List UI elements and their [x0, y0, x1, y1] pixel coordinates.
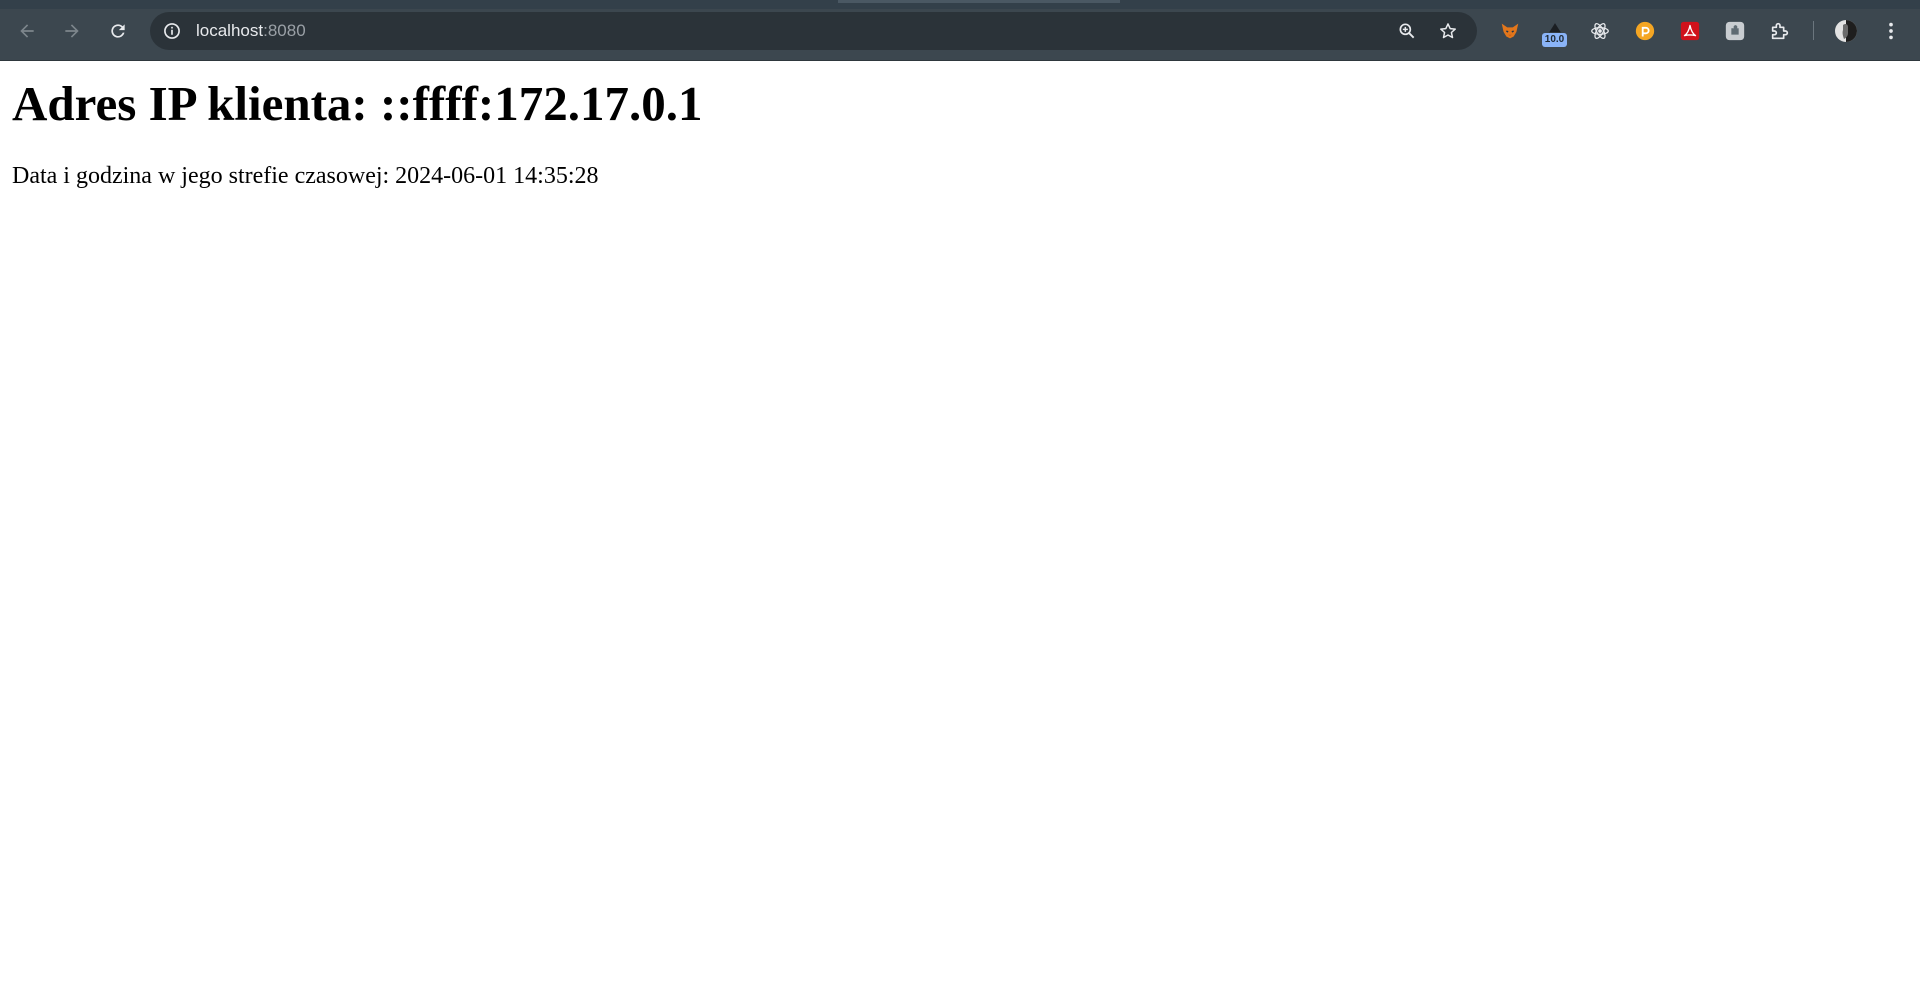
toolbar-separator: [1813, 21, 1814, 40]
zoom-in-icon: [1399, 23, 1415, 39]
browser-menu-button[interactable]: [1878, 18, 1904, 44]
extension-tile[interactable]: [1722, 18, 1748, 44]
zoom-button[interactable]: [1394, 18, 1420, 44]
back-button[interactable]: [10, 14, 44, 48]
reload-icon: [111, 24, 125, 38]
url-host: localhost: [196, 21, 264, 40]
orange-circle-extension-icon: [1635, 21, 1655, 41]
extension-fox[interactable]: [1497, 18, 1523, 44]
extension-orange[interactable]: [1632, 18, 1658, 44]
info-circle-icon: [164, 23, 180, 39]
reload-button[interactable]: [101, 14, 135, 48]
puzzle-tile-extension-icon: [1725, 21, 1745, 41]
page-content: Adres IP klienta: ::ffff:172.17.0.1 Data…: [0, 61, 1920, 998]
pdf-icon: [1680, 21, 1700, 41]
fox-icon: [1501, 23, 1519, 39]
arrow-right-icon: [65, 24, 79, 38]
kebab-menu-icon: [1889, 22, 1893, 40]
extension-badge: 10.0: [1542, 33, 1567, 47]
react-atom-icon: [1591, 23, 1609, 39]
extension-react-devtools[interactable]: [1587, 18, 1613, 44]
avatar-icon: [1835, 20, 1857, 42]
puzzle-piece-icon: [1771, 22, 1789, 40]
star-icon: [1440, 23, 1456, 39]
client-ip-heading: Adres IP klienta: ::ffff:172.17.0.1: [12, 76, 703, 131]
extensions-button[interactable]: [1767, 18, 1793, 44]
address-bar[interactable]: localhost:8080: [150, 12, 1477, 50]
browser-toolbar: localhost:8080 10.0: [0, 0, 1920, 61]
site-info-button[interactable]: [160, 19, 184, 43]
active-tab-indicator[interactable]: [838, 0, 1120, 3]
bookmark-button[interactable]: [1435, 18, 1461, 44]
extension-pdf[interactable]: [1677, 18, 1703, 44]
url-port: :8080: [263, 21, 306, 40]
forward-button[interactable]: [55, 14, 89, 48]
profile-button[interactable]: [1833, 18, 1859, 44]
url-text[interactable]: localhost:8080: [196, 21, 306, 41]
client-datetime-text: Data i godzina w jego strefie czasowej: …: [12, 163, 599, 189]
arrow-left-icon: [20, 24, 34, 38]
tab-strip: [0, 0, 1920, 9]
